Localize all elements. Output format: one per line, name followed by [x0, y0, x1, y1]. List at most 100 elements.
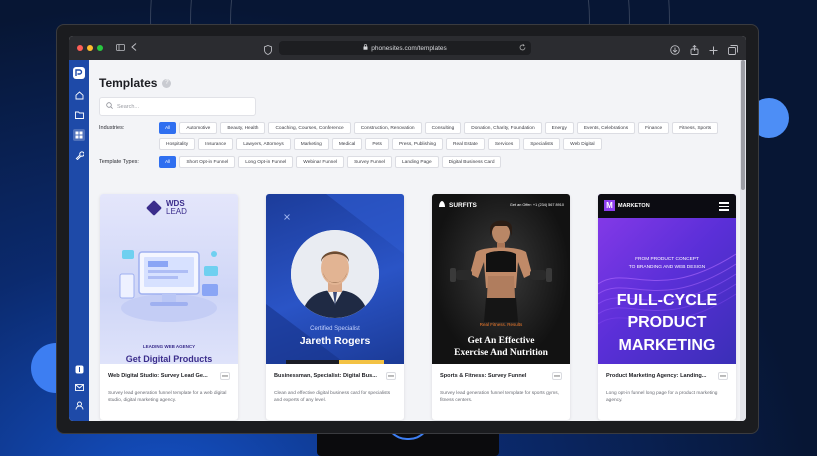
- type-chip-business-card[interactable]: Digital Business Card: [441, 156, 502, 168]
- industries-filter: Industries: All Automotive Beauty, Healt…: [99, 122, 740, 150]
- industry-chip-beauty-health[interactable]: Beauty, Health: [220, 122, 266, 134]
- download-icon[interactable]: [670, 42, 680, 60]
- industry-chip-coaching[interactable]: Coaching, Courses, Conference: [268, 122, 351, 134]
- folder-icon[interactable]: [73, 109, 85, 121]
- browser-window: phonesites.com/templates Templates ? Sea…: [69, 36, 746, 421]
- shield-icon[interactable]: [264, 42, 272, 60]
- brand-icon: [438, 200, 446, 210]
- industry-chip-fitness[interactable]: Fitness, Sports: [672, 122, 719, 134]
- thumb-footer-strip: [286, 360, 384, 364]
- card-info: Sports & Fitness: Survey Funnel Survey l…: [432, 364, 570, 405]
- industry-chip-automotive[interactable]: Automotive: [179, 122, 218, 134]
- search-icon: [106, 102, 113, 111]
- card-info: Businessman, Specialist: Digital Bus... …: [266, 364, 404, 405]
- minimize-window-button[interactable]: [87, 45, 93, 51]
- industry-chip-energy[interactable]: Energy: [544, 122, 574, 134]
- industry-chip-donation[interactable]: Donation, Charity, Foundation: [464, 122, 542, 134]
- maximize-window-button[interactable]: [97, 45, 103, 51]
- scrollbar-thumb[interactable]: [741, 60, 745, 190]
- portrait-photo: [291, 230, 379, 318]
- more-options-button[interactable]: [220, 372, 230, 380]
- type-chip-long-opt-in[interactable]: Long Opt-in Funnel: [238, 156, 294, 168]
- close-window-button[interactable]: [77, 45, 83, 51]
- help-icon[interactable]: ?: [162, 78, 172, 88]
- template-card[interactable]: SURFITS Get an Offer: +1 (234) 567 8910: [432, 194, 570, 420]
- industry-chip-pets[interactable]: Pets: [365, 138, 389, 150]
- card-info: Web Digital Studio: Survey Lead Ge... Su…: [100, 364, 238, 405]
- athlete-illustration: [450, 220, 552, 322]
- headline-line: FULL-CYCLE: [616, 292, 718, 309]
- sidebar-bottom: [73, 363, 85, 417]
- industry-chip-lawyers[interactable]: Lawyers, Attorneys: [236, 138, 291, 150]
- type-chip-webinar[interactable]: Webinar Funnel: [296, 156, 345, 168]
- search-box[interactable]: [99, 97, 256, 116]
- share-icon[interactable]: [690, 42, 699, 60]
- industry-chip-marketing[interactable]: Marketing: [293, 138, 329, 150]
- industry-chips: All Automotive Beauty, Health Coaching, …: [159, 122, 719, 150]
- template-card[interactable]: M MARKETON FROM PRODUCT CONCEPT TO BRAND…: [598, 194, 736, 420]
- thumb-brand: SURFITS: [438, 200, 477, 210]
- page-title: Templates: [99, 76, 158, 90]
- card-title[interactable]: Web Digital Studio: Survey Lead Ge...: [108, 373, 218, 379]
- headline-line: Exercise And Nutrition: [454, 347, 548, 358]
- sidebar-toggle-icon[interactable]: [113, 43, 127, 53]
- computer-illustration: [119, 250, 218, 322]
- user-icon[interactable]: [73, 399, 85, 411]
- address-bar[interactable]: phonesites.com/templates: [279, 41, 531, 55]
- card-title-row: Product Marketing Agency: Landing...: [606, 372, 728, 380]
- templates-icon[interactable]: [73, 129, 85, 141]
- industry-chip-hospitality[interactable]: Hospitality: [159, 138, 196, 150]
- card-title-row: Web Digital Studio: Survey Lead Ge...: [108, 372, 230, 380]
- thumb-subtitle: FROM PRODUCT CONCEPT TO BRANDING AND WEB…: [598, 256, 736, 272]
- search-input[interactable]: [117, 103, 237, 110]
- card-title[interactable]: Businessman, Specialist: Digital Bus...: [274, 373, 384, 379]
- card-title[interactable]: Product Marketing Agency: Landing...: [606, 373, 716, 379]
- industry-chip-services[interactable]: Services: [487, 138, 521, 150]
- notification-icon[interactable]: [73, 363, 85, 375]
- tag-line: TO BRANDING AND WEB DESIGN: [628, 265, 706, 271]
- template-thumbnail[interactable]: WDS LEAD LEADING WEB AGENCY Get Digital …: [100, 194, 238, 364]
- card-description: Survey lead generation funnel template f…: [440, 391, 559, 404]
- card-title-row: Sports & Fitness: Survey Funnel: [440, 372, 562, 380]
- industry-chip-all[interactable]: All: [159, 122, 177, 134]
- more-options-button[interactable]: [552, 372, 562, 380]
- industry-chip-insurance[interactable]: Insurance: [198, 138, 234, 150]
- industry-chip-web-digital[interactable]: Web Digital: [563, 138, 602, 150]
- industry-chip-consulting[interactable]: Consulting: [424, 122, 462, 134]
- browser-actions: [670, 42, 738, 60]
- industry-chip-construction[interactable]: Construction, Renovation: [353, 122, 422, 134]
- card-title[interactable]: Sports & Fitness: Survey Funnel: [440, 373, 550, 379]
- home-icon[interactable]: [73, 89, 85, 101]
- template-card[interactable]: Certified Specialist Jareth Rogers Busin…: [266, 194, 404, 420]
- industry-chip-specialists[interactable]: Specialists: [523, 138, 561, 150]
- new-tab-icon[interactable]: [709, 42, 718, 60]
- mail-icon[interactable]: [73, 381, 85, 393]
- industry-chip-real-estate[interactable]: Real Estate: [446, 138, 485, 150]
- wds-logo: WDS LEAD: [146, 200, 187, 216]
- template-thumbnail[interactable]: SURFITS Get an Offer: +1 (234) 567 8910: [432, 194, 570, 364]
- type-chip-all[interactable]: All: [159, 156, 177, 168]
- type-chip-short-opt-in[interactable]: Short Opt-in Funnel: [179, 156, 236, 168]
- monitor: phonesites.com/templates Templates ? Sea…: [56, 24, 759, 434]
- app-logo[interactable]: [73, 67, 85, 79]
- hamburger-menu-icon: [719, 202, 729, 213]
- industry-chip-medical[interactable]: Medical: [331, 138, 363, 150]
- more-options-button[interactable]: [386, 372, 396, 380]
- industry-chip-events[interactable]: Events, Celebrations: [576, 122, 636, 134]
- back-icon[interactable]: [127, 43, 141, 53]
- wrench-icon[interactable]: [73, 149, 85, 161]
- card-description: Long opt-in funnel long page for a produ…: [606, 391, 718, 404]
- headline-line: PRODUCT: [627, 314, 707, 332]
- industry-chip-finance[interactable]: Finance: [638, 122, 670, 134]
- type-chip-survey[interactable]: Survey Funnel: [347, 156, 393, 168]
- template-thumbnail[interactable]: M MARKETON FROM PRODUCT CONCEPT TO BRAND…: [598, 194, 736, 364]
- industry-chip-press[interactable]: Press, Publishing: [391, 138, 444, 150]
- more-options-button[interactable]: [718, 372, 728, 380]
- template-card[interactable]: WDS LEAD LEADING WEB AGENCY Get Digital …: [100, 194, 238, 420]
- type-chip-landing-page[interactable]: Landing Page: [395, 156, 439, 168]
- reload-icon[interactable]: [519, 43, 526, 53]
- tab-overview-icon[interactable]: [728, 42, 738, 60]
- page-scrollbar[interactable]: [740, 60, 746, 421]
- template-thumbnail[interactable]: Certified Specialist Jareth Rogers: [266, 194, 404, 364]
- thumb-headline: Get An Effective Exercise And Nutrition: [432, 336, 570, 360]
